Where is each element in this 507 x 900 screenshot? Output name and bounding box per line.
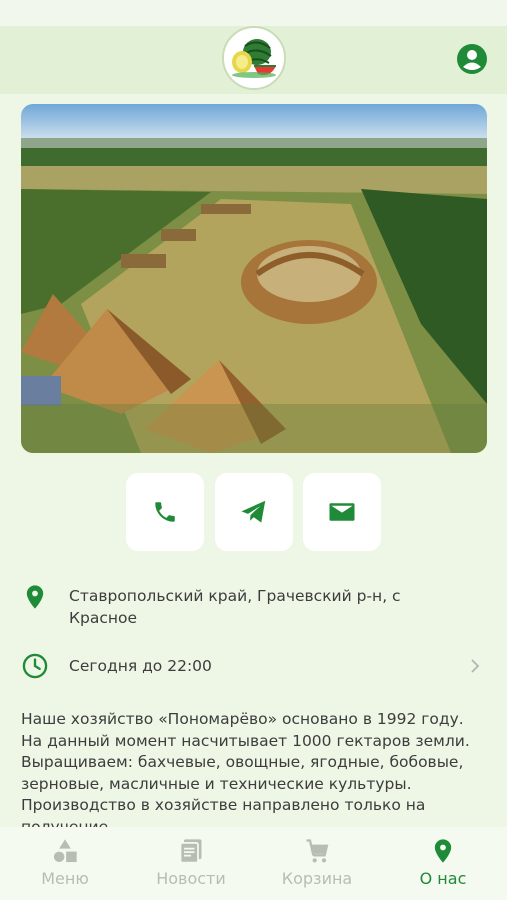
location-pin-icon: [26, 585, 44, 609]
location-pin-icon: [434, 839, 452, 863]
phone-icon: [155, 502, 175, 522]
tab-about-label: О нас: [419, 869, 467, 888]
tab-news-label: Новости: [156, 869, 226, 888]
email-icon: [329, 503, 355, 521]
opening-hours-text[interactable]: Сегодня до 22:00: [69, 655, 212, 677]
farm-description: Наше хозяйство «Пономарёво» основано в 1…: [21, 710, 470, 827]
app-header: [0, 26, 507, 94]
tab-menu-label: Меню: [41, 869, 89, 888]
news-icon: [179, 839, 202, 864]
account-circle-icon[interactable]: [457, 44, 487, 74]
telegram-button[interactable]: [215, 473, 293, 551]
status-bar: [0, 0, 507, 26]
clock-icon: [22, 653, 48, 679]
farm-aerial-photo: [21, 104, 487, 453]
address-text: Ставропольский край, Грачевский р-н, с К…: [69, 587, 401, 627]
tab-cart-label: Корзина: [281, 869, 353, 888]
tab-about[interactable]: О нас: [380, 827, 506, 900]
watermelon-logo-icon[interactable]: [222, 26, 286, 90]
menu-shapes-icon: [53, 839, 77, 863]
email-button[interactable]: [303, 473, 381, 551]
cart-icon: [306, 839, 329, 863]
bottom-tab-bar: Меню Новости Корзина О нас: [0, 827, 507, 900]
tab-menu[interactable]: Меню: [2, 827, 128, 900]
call-button[interactable]: [126, 473, 204, 551]
tab-news[interactable]: Новости: [128, 827, 254, 900]
chevron-right-icon[interactable]: [468, 656, 482, 676]
telegram-icon: [241, 500, 266, 523]
tab-cart[interactable]: Корзина: [254, 827, 380, 900]
